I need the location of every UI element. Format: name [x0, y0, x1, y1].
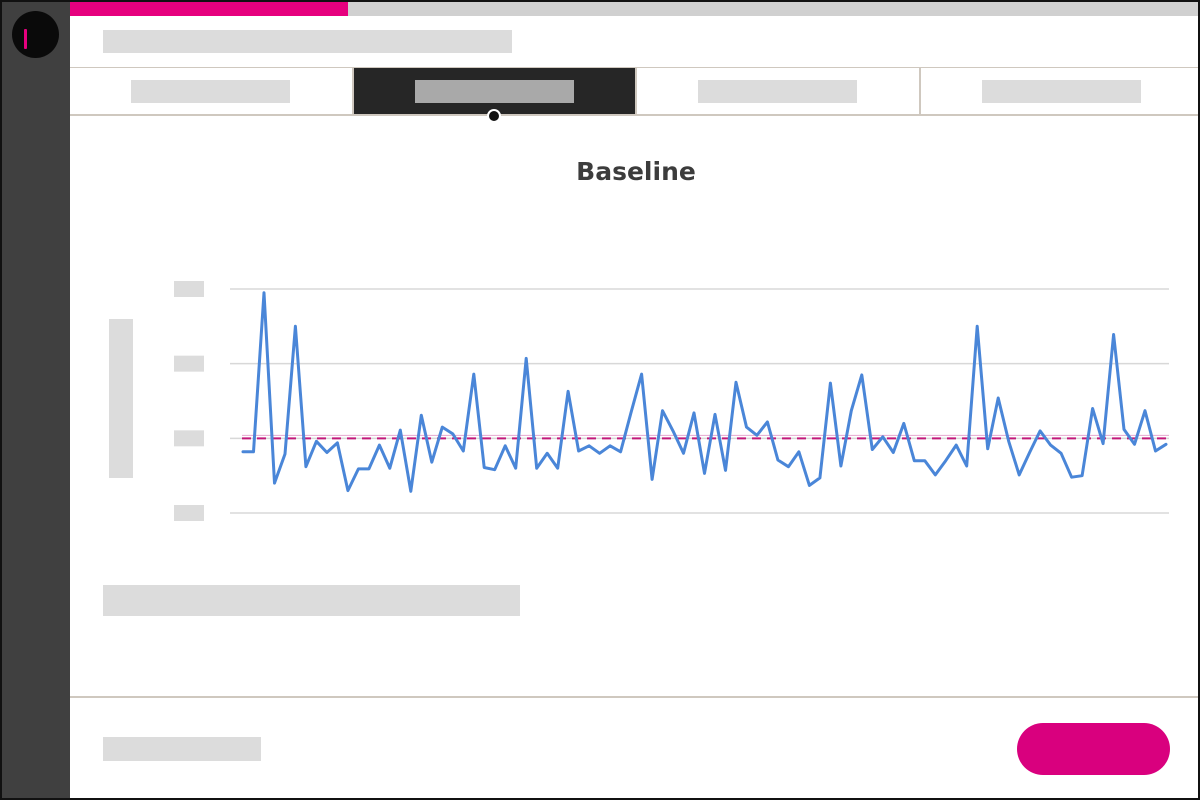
- next-button[interactable]: [1017, 723, 1170, 775]
- app-window: Baseline: [0, 0, 1200, 800]
- footer-text-placeholder: [103, 737, 261, 761]
- y-tick-label-placeholder: [174, 281, 204, 297]
- chart-caption-placeholder: [103, 585, 520, 616]
- y-tick-label-placeholder: [174, 505, 204, 521]
- y-tick-label-placeholder: [174, 430, 204, 447]
- series-line: [241, 291, 1168, 493]
- footer-divider: [70, 696, 1198, 698]
- y-tick-label-placeholder: [174, 355, 204, 372]
- line-chart: [174, 281, 1169, 521]
